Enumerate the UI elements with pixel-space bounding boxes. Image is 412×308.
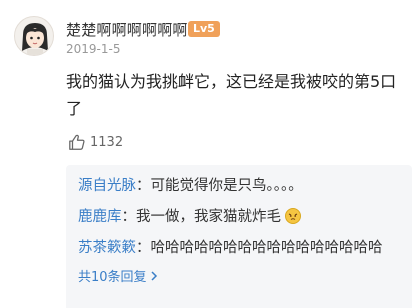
comment-username[interactable]: 楚楚啊啊啊啊啊啊 [66, 19, 188, 40]
reply-text: 哈哈哈哈哈哈哈哈哈哈哈哈哈哈哈哈 [150, 240, 383, 256]
level-badge: Lv5 [188, 21, 220, 37]
reply-username[interactable]: 源自光脉 [78, 178, 136, 194]
avatar[interactable] [14, 16, 54, 56]
more-replies-link[interactable]: 共10条回复 [78, 266, 400, 285]
angry-cat-emoji-icon [285, 208, 301, 224]
reply-username[interactable]: 苏茶簌簌 [78, 240, 136, 256]
reply-separator: ： [121, 209, 137, 225]
comment-date: 2019-1-5 [66, 42, 121, 56]
reply-item[interactable]: 苏茶簌簌：哈哈哈哈哈哈哈哈哈哈哈哈哈哈哈哈 [78, 237, 400, 259]
like-count: 1132 [90, 134, 124, 150]
comment-text: 我的猫认为我挑衅它，这已经是我被咬的第5口了 [66, 72, 397, 118]
more-replies-label: 共10条回复 [78, 270, 147, 285]
reply-separator: ： [136, 240, 151, 256]
avatar-cartoon-girl-icon [22, 23, 48, 55]
reply-username[interactable]: 鹿鹿库 [78, 209, 122, 225]
reply-separator: ： [136, 178, 151, 194]
reply-item[interactable]: 源自光脉：可能觉得你是只鸟。。。。 [78, 175, 400, 197]
like-button[interactable]: 1132 [68, 133, 123, 151]
chevron-right-icon [151, 270, 157, 281]
reply-text: 我一做，我家猫就炸毛 [136, 209, 281, 225]
reply-list: 源自光脉：可能觉得你是只鸟。。。。 鹿鹿库：我一做，我家猫就炸毛 苏茶簌簌：哈哈… [66, 165, 412, 308]
reply-text: 可能觉得你是只鸟。。。。 [150, 178, 303, 194]
reply-item[interactable]: 鹿鹿库：我一做，我家猫就炸毛 [78, 206, 400, 228]
thumbs-up-icon [69, 134, 85, 150]
